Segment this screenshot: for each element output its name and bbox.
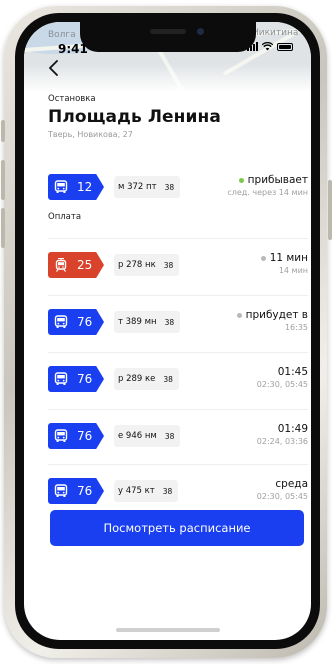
status-dot	[236, 312, 242, 318]
status-dot	[238, 177, 244, 183]
arrival-row[interactable]: 25 р 278 нк 38 11 мин 14 мин	[48, 246, 308, 284]
arrival-time: среда 02:30, 05:45	[257, 478, 308, 501]
plate-number: т 389 мн	[118, 317, 157, 327]
divider	[48, 238, 308, 239]
bus-icon	[54, 484, 68, 498]
home-indicator	[116, 628, 220, 632]
arrival-row[interactable]: 76 р 289 ке 38 01:45 02:30, 05:45	[48, 360, 308, 398]
arrival-time: прибывает след. через 14 мин	[227, 174, 308, 197]
arrival-sub: 02:30, 05:45	[256, 492, 308, 501]
divider	[48, 295, 308, 296]
plate-number: р 278 нк	[118, 260, 156, 270]
bus-icon	[54, 315, 68, 329]
plate-number: м 372 пт	[118, 182, 157, 192]
route-badge: 25	[48, 252, 104, 278]
route-badge: 12	[48, 174, 104, 200]
arrival-main: прибывает	[247, 174, 308, 186]
arrival-sub: 14 мин	[278, 266, 308, 275]
payment-label: Оплата	[48, 212, 82, 222]
bus-icon	[54, 180, 68, 194]
bus-icon	[54, 429, 68, 443]
plate-region: 38	[164, 431, 175, 441]
plate-number: р 289 ке	[118, 374, 156, 384]
arrival-row[interactable]: 76 у 475 кт 38 среда 02:30, 05:45	[48, 472, 308, 510]
license-plate: м 372 пт 38	[114, 176, 181, 198]
side-button	[1, 160, 5, 200]
route-number: 76	[77, 484, 93, 498]
plate-region: 38	[163, 374, 173, 384]
route-badge: 76	[48, 366, 104, 392]
arrival-time: прибудет в 16:35	[236, 309, 308, 332]
plate-region: 38	[162, 486, 173, 496]
arrival-time: 01:45 02:30, 05:45	[257, 366, 308, 389]
tram-icon	[54, 258, 68, 272]
arrival-row[interactable]: 76 т 389 мн 38 прибудет в 16:35	[48, 303, 308, 341]
license-plate: у 475 кт 38	[114, 480, 179, 502]
route-badge: 76	[48, 309, 104, 335]
license-plate: е 946 нм 38	[114, 425, 181, 447]
route-number: 76	[77, 315, 93, 329]
route-number: 76	[77, 372, 93, 386]
arrival-sub: 02:30, 05:45	[256, 380, 308, 389]
route-number: 25	[77, 258, 93, 272]
divider	[48, 464, 308, 465]
route-badge: 76	[48, 423, 104, 449]
arrival-main: среда	[275, 478, 308, 490]
bus-icon	[54, 372, 68, 386]
side-button	[1, 120, 5, 142]
route-badge: 76	[48, 478, 104, 504]
plate-region: 38	[164, 182, 175, 192]
arrival-sub: след. через 14 мин	[227, 188, 308, 197]
side-button	[328, 180, 332, 240]
arrival-row[interactable]: 76 е 946 нм 38 01:49 02:24, 03:36	[48, 417, 308, 455]
status-dot	[260, 255, 266, 261]
view-schedule-button[interactable]: Посмотреть расписание	[50, 510, 304, 546]
arrivals-list: 12 м 372 пт 38 прибывает след. через 14 мин О…	[48, 22, 308, 640]
license-plate: р 278 нк 38	[114, 254, 180, 276]
arrival-time: 11 мин 14 мин	[260, 252, 308, 275]
arrival-time: 01:49 02:24, 03:36	[257, 423, 308, 446]
route-number: 12	[77, 180, 93, 194]
arrival-main: 11 мин	[269, 252, 308, 264]
plate-region: 38	[163, 260, 174, 270]
license-plate: р 289 ке 38	[114, 368, 179, 390]
license-plate: т 389 мн 38	[114, 311, 181, 333]
divider	[48, 409, 308, 410]
arrival-row[interactable]: 12 м 372 пт 38 прибывает след. через 14 мин	[48, 168, 308, 206]
arrival-main: 01:49	[277, 423, 308, 435]
arrival-sub: 16:35	[284, 323, 308, 332]
plate-number: у 475 кт	[118, 486, 155, 496]
route-number: 76	[77, 429, 93, 443]
arrival-sub: 02:24, 03:36	[256, 437, 308, 446]
app-screen: Волга Никитина 9:41 Остановка Площадь Ле…	[24, 22, 311, 640]
divider	[48, 352, 308, 353]
arrival-main: прибудет в	[245, 309, 308, 321]
side-button	[1, 208, 5, 248]
arrival-main: 01:45	[277, 366, 308, 378]
plate-number: е 946 нм	[118, 431, 157, 441]
plate-region: 38	[164, 317, 175, 327]
